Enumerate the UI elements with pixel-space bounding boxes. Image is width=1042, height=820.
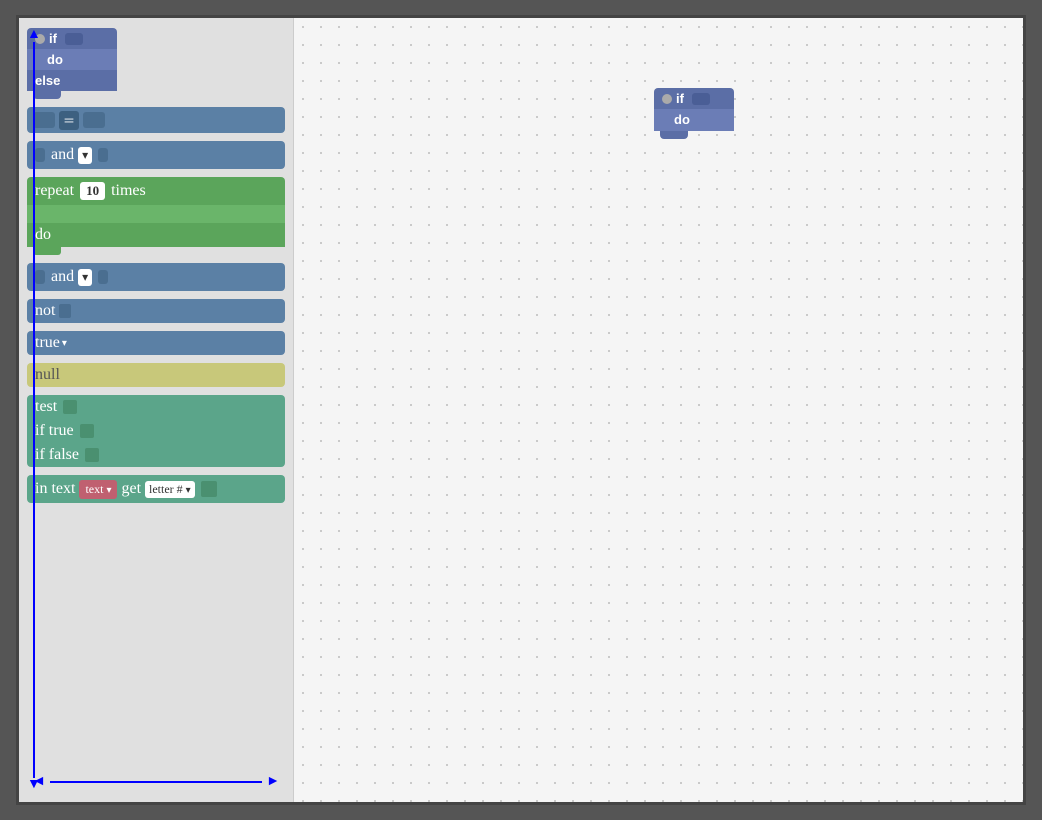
puzzle-right	[98, 148, 108, 162]
horizontal-arrow-area: ◄ ►	[27, 772, 285, 792]
sidebar: if do else ＝ and ▾ repea	[19, 18, 294, 802]
main-container: ▲ ▼ if do else ＝	[16, 15, 1026, 805]
test-slot	[63, 400, 77, 414]
canvas-if-slot	[692, 93, 710, 105]
block-test[interactable]: test if true if false	[27, 395, 285, 467]
do-label: do	[47, 52, 63, 67]
block-intext[interactable]: in text text ▾ get letter # ▾	[27, 475, 285, 503]
letter-label: letter #	[149, 482, 183, 496]
slot-end	[201, 481, 217, 497]
text-slot[interactable]: text ▾	[79, 480, 117, 499]
times-label: times	[111, 182, 146, 200]
canvas-if-block[interactable]: if do	[654, 88, 734, 139]
letter-dropdown[interactable]: letter # ▾	[145, 481, 195, 498]
if-label: if	[49, 31, 57, 46]
if-true-slot	[80, 424, 94, 438]
and-label-1: and	[51, 146, 74, 164]
block-repeat-sidebar[interactable]: repeat 10 times do	[27, 177, 285, 255]
block-not[interactable]: not	[27, 299, 285, 323]
block-equals[interactable]: ＝	[27, 107, 285, 133]
text-dropdown[interactable]: ▾	[106, 485, 111, 496]
true-dropdown[interactable]: ▾	[62, 338, 67, 349]
repeat-num: 10	[80, 182, 105, 200]
and-dropdown-2[interactable]: ▾	[78, 269, 92, 286]
repeat-body	[27, 205, 285, 223]
and-label-2: and	[51, 268, 74, 286]
get-label: get	[121, 480, 141, 498]
eq-icon: ＝	[59, 111, 79, 130]
block-and-2[interactable]: and ▾	[27, 263, 285, 291]
if-false-label: if false	[35, 446, 79, 464]
if-false-slot	[85, 448, 99, 462]
in-text-label: in text	[35, 480, 75, 498]
text-value: text	[85, 482, 103, 496]
block-null[interactable]: null	[27, 363, 285, 387]
canvas-gear-icon	[662, 94, 672, 104]
and-dropdown-1[interactable]: ▾	[78, 147, 92, 164]
not-slot	[59, 304, 71, 318]
letter-arr[interactable]: ▾	[186, 485, 191, 496]
block-true[interactable]: true ▾	[27, 331, 285, 355]
block-and-1[interactable]: and ▾	[27, 141, 285, 169]
puzzle-right-2	[98, 270, 108, 284]
canvas-if-label: if	[676, 91, 684, 106]
repeat-label: repeat	[35, 182, 74, 200]
canvas-area[interactable]: if do repeat 10 times do	[294, 18, 1023, 802]
notch-slot	[65, 33, 83, 45]
slot-right	[83, 112, 105, 128]
canvas-do-label: do	[674, 112, 690, 127]
